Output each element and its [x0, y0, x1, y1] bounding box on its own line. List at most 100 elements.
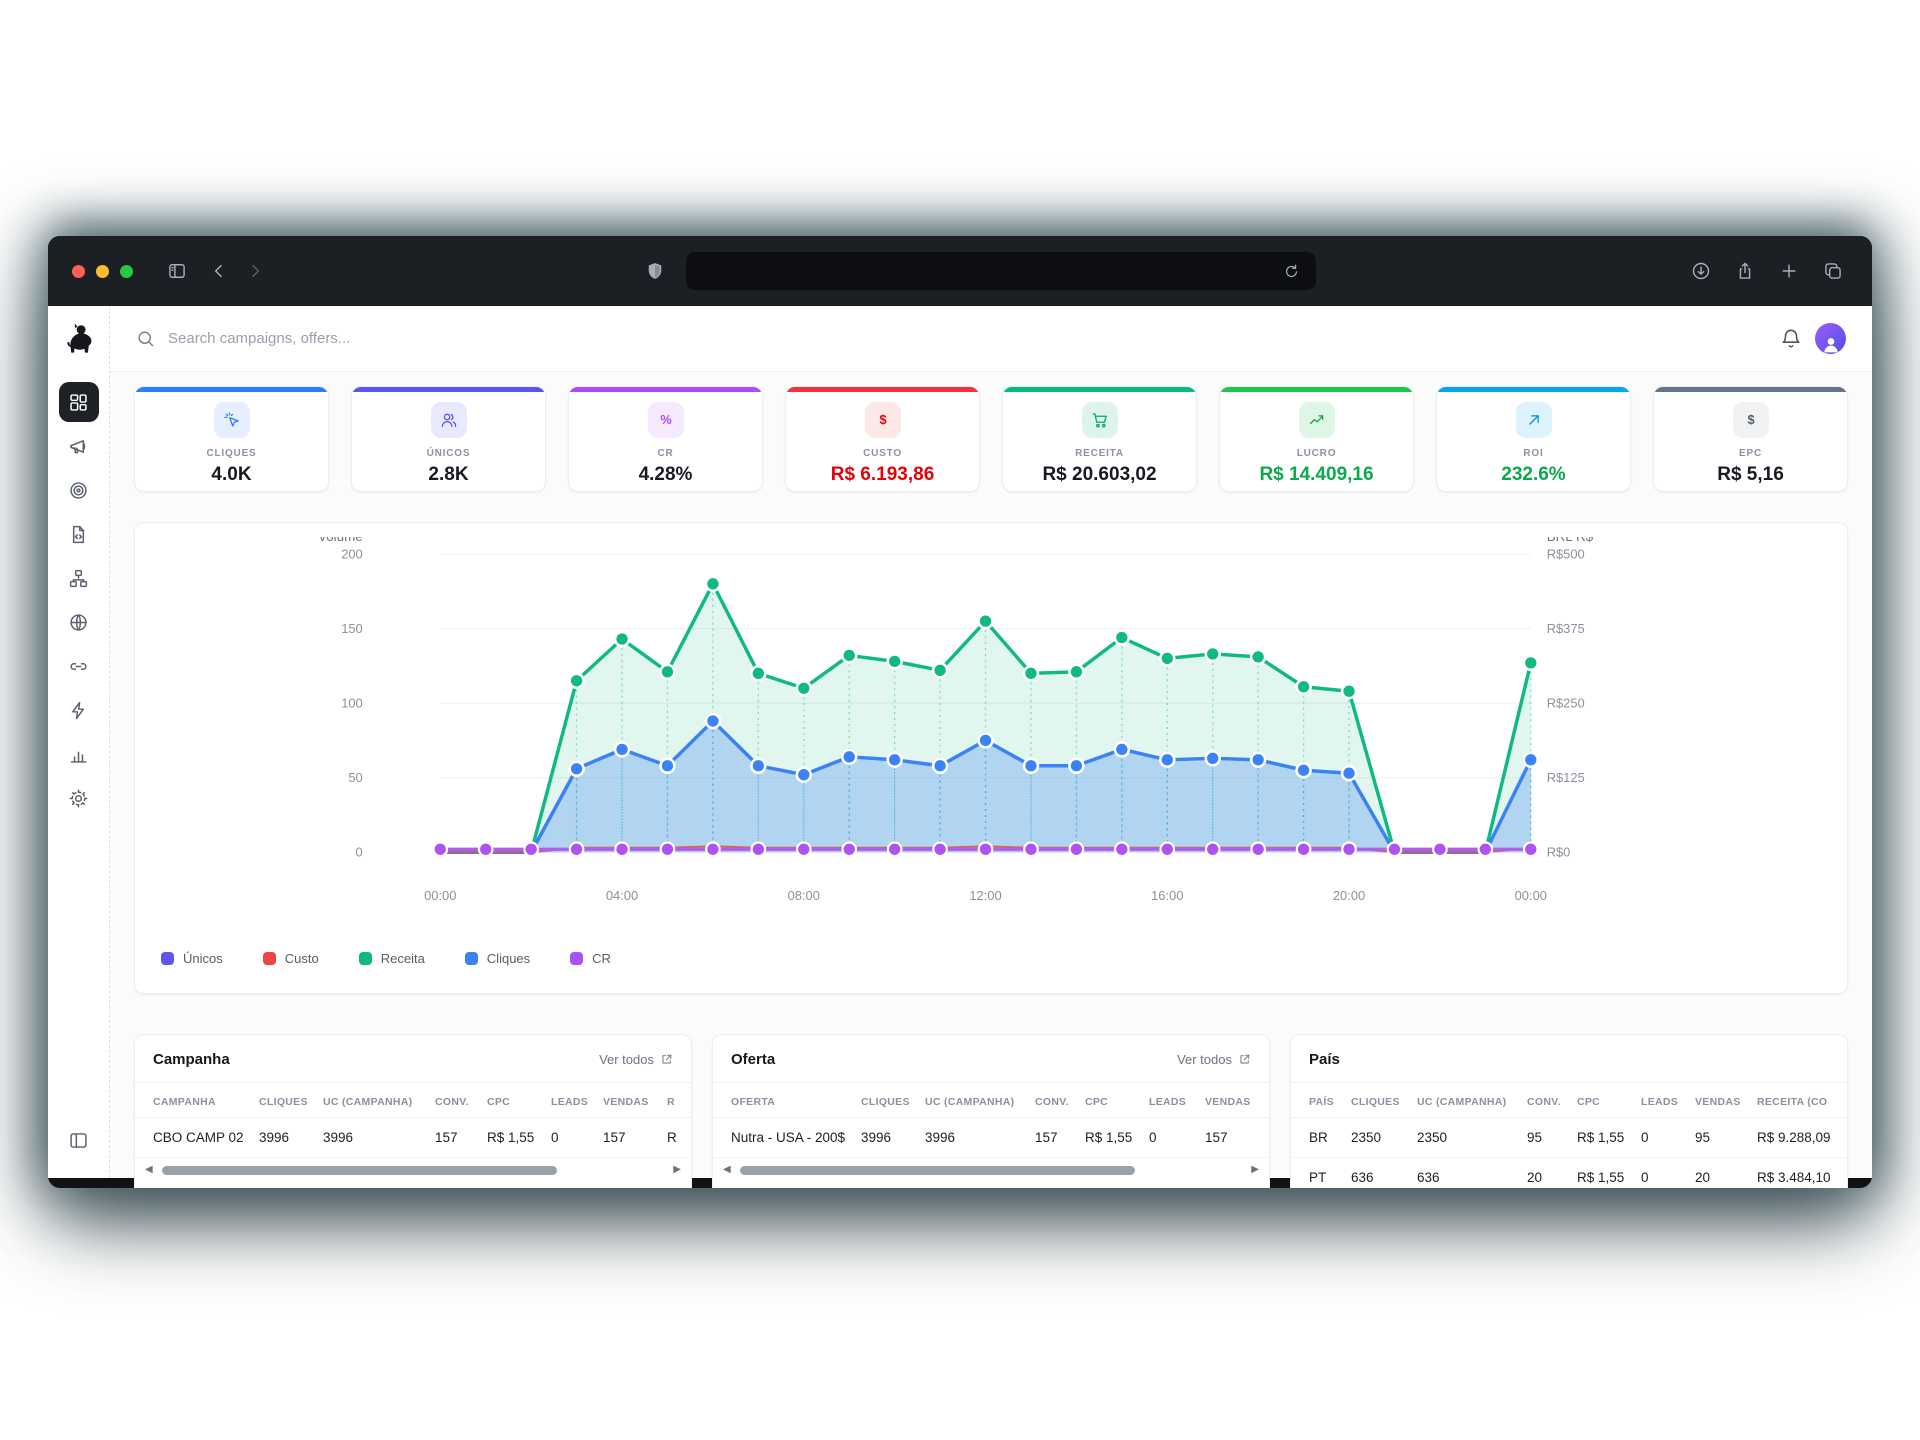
table-header-row: CAMPANHACLIQUESUC (CAMPANHA)CONV.CPCLEAD…: [135, 1083, 691, 1118]
table-row[interactable]: PT63663620R$ 1,55020R$ 3.484,10: [1291, 1158, 1847, 1189]
table-cell: R$ 1,55: [487, 1118, 551, 1158]
scroll-left-icon[interactable]: ◀: [145, 1165, 153, 1175]
svg-text:R$375: R$375: [1547, 621, 1585, 636]
column-header: VENDAS: [603, 1083, 667, 1118]
svg-text:R$250: R$250: [1547, 696, 1585, 711]
forward-button-icon[interactable]: [240, 256, 270, 286]
svg-text:20:00: 20:00: [1333, 888, 1365, 903]
legend-item-custo[interactable]: Custo: [263, 951, 319, 966]
horizontal-scrollbar: ◀▶: [713, 1158, 1269, 1175]
table-cell: R$ 1,55: [1577, 1158, 1641, 1189]
svg-text:12:00: 12:00: [969, 888, 1001, 903]
scrollbar-thumb[interactable]: [740, 1166, 1135, 1175]
scrollbar-track[interactable]: [738, 1166, 1245, 1175]
ver-todos-link[interactable]: Ver todos: [599, 1052, 673, 1067]
bell-icon[interactable]: [1780, 328, 1802, 350]
trend-up-icon: [1299, 402, 1335, 438]
back-button-icon[interactable]: [204, 256, 234, 286]
table-scroll-area: CAMPANHACLIQUESUC (CAMPANHA)CONV.CPCLEAD…: [135, 1083, 691, 1158]
kpi-card-custo: $CUSTOR$ 6.193,86: [785, 386, 980, 492]
users-icon: [431, 402, 467, 438]
table-header-row: PAÍSCLIQUESUC (CAMPANHA)CONV.CPCLEADSVEN…: [1291, 1083, 1847, 1118]
table-card-header: País: [1291, 1035, 1847, 1083]
address-bar[interactable]: [686, 252, 1316, 290]
minimize-window-button[interactable]: [96, 265, 109, 278]
legend-item-cliques[interactable]: Cliques: [465, 951, 530, 966]
sidebar-item-landers[interactable]: [59, 514, 99, 554]
legend-item-únicos[interactable]: Únicos: [161, 951, 223, 966]
table-row[interactable]: Nutra - USA - 200$39963996157R$ 1,550157: [713, 1118, 1269, 1158]
kpi-accent-bar: [1003, 387, 1196, 392]
tab-overview-icon[interactable]: [1818, 256, 1848, 286]
legend-swatch: [465, 952, 478, 965]
table-cell: R$ 9.288,09: [1757, 1118, 1847, 1158]
sidebar-item-flows[interactable]: [59, 558, 99, 598]
downloads-icon[interactable]: [1686, 256, 1716, 286]
legend-swatch: [359, 952, 372, 965]
kpi-label: EPC: [1654, 448, 1847, 459]
dashboard-app: CLIQUES4.0KÚNICOS2.8K%CR4.28%$CUSTOR$ 6.…: [48, 306, 1872, 1178]
table-cell: Nutra - USA - 200$: [713, 1118, 861, 1158]
user-avatar[interactable]: [1815, 323, 1846, 354]
sidebar-item-automation[interactable]: [59, 690, 99, 730]
table-cell: BR: [1291, 1118, 1351, 1158]
table-card-header: OfertaVer todos: [713, 1035, 1269, 1083]
kpi-value: 2.8K: [352, 464, 545, 486]
table-card-header: CampanhaVer todos: [135, 1035, 691, 1083]
table-cell: R$ 3.484,10: [1757, 1158, 1847, 1189]
sidebar-item-reports[interactable]: [59, 734, 99, 774]
scrollbar-track[interactable]: [160, 1166, 667, 1175]
share-icon[interactable]: [1730, 256, 1760, 286]
browser-sidebar-toggle-icon[interactable]: [162, 256, 192, 286]
column-header: CLIQUES: [1351, 1083, 1417, 1118]
reload-icon[interactable]: [1276, 256, 1306, 286]
svg-text:R$125: R$125: [1547, 770, 1585, 785]
sidebar-item-domains[interactable]: [59, 602, 99, 642]
shield-privacy-icon[interactable]: [640, 256, 670, 286]
sidebar-item-links[interactable]: [59, 646, 99, 686]
scroll-left-icon[interactable]: ◀: [723, 1165, 731, 1175]
kpi-label: CLIQUES: [135, 448, 328, 459]
kpi-card-cr: %CR4.28%: [568, 386, 763, 492]
table-cell: 157: [1205, 1118, 1269, 1158]
kpi-label: CUSTO: [786, 448, 979, 459]
column-header: UC (CAMPANHA): [323, 1083, 435, 1118]
scroll-right-icon[interactable]: ▶: [1251, 1165, 1259, 1175]
dog-logo-icon[interactable]: [61, 322, 97, 358]
browser-titlebar: [48, 236, 1872, 306]
kpi-card-receita: RECEITAR$ 20.603,02: [1002, 386, 1197, 492]
maximize-window-button[interactable]: [120, 265, 133, 278]
table-cell: 2350: [1351, 1118, 1417, 1158]
column-header: CONV.: [1527, 1083, 1577, 1118]
table-row[interactable]: BR2350235095R$ 1,55095R$ 9.288,09: [1291, 1118, 1847, 1158]
svg-text:08:00: 08:00: [788, 888, 820, 903]
table-row[interactable]: CBO CAMP 0239963996157R$ 1,550157R: [135, 1118, 691, 1158]
column-header: LEADS: [1149, 1083, 1205, 1118]
kpi-accent-bar: [786, 387, 979, 392]
table-cell: 3996: [259, 1118, 323, 1158]
legend-item-cr[interactable]: CR: [570, 951, 611, 966]
column-header: CPC: [1085, 1083, 1149, 1118]
ver-todos-link[interactable]: Ver todos: [1177, 1052, 1251, 1067]
scrollbar-thumb[interactable]: [162, 1166, 557, 1175]
search-input[interactable]: [168, 330, 1767, 347]
sidebar-collapse-icon[interactable]: [59, 1120, 99, 1160]
legend-item-receita[interactable]: Receita: [359, 951, 425, 966]
app-topbar: [110, 306, 1872, 372]
table-cell: PT: [1291, 1158, 1351, 1189]
kpi-accent-bar: [1220, 387, 1413, 392]
svg-text:0: 0: [356, 845, 363, 860]
scroll-right-icon[interactable]: ▶: [673, 1165, 681, 1175]
close-window-button[interactable]: [72, 265, 85, 278]
table-cell: R: [667, 1118, 691, 1158]
legend-swatch: [570, 952, 583, 965]
sidebar-item-dashboard[interactable]: [59, 382, 99, 422]
kpi-accent-bar: [135, 387, 328, 392]
sidebar-item-settings[interactable]: [59, 778, 99, 818]
new-tab-icon[interactable]: [1774, 256, 1804, 286]
svg-text:$: $: [879, 412, 886, 427]
column-header: CONV.: [435, 1083, 487, 1118]
sidebar-item-campaigns[interactable]: [59, 426, 99, 466]
sidebar-item-offers[interactable]: [59, 470, 99, 510]
traffic-chart-card: 200R$500150R$375100R$25050R$1250R$0Volum…: [134, 522, 1848, 994]
